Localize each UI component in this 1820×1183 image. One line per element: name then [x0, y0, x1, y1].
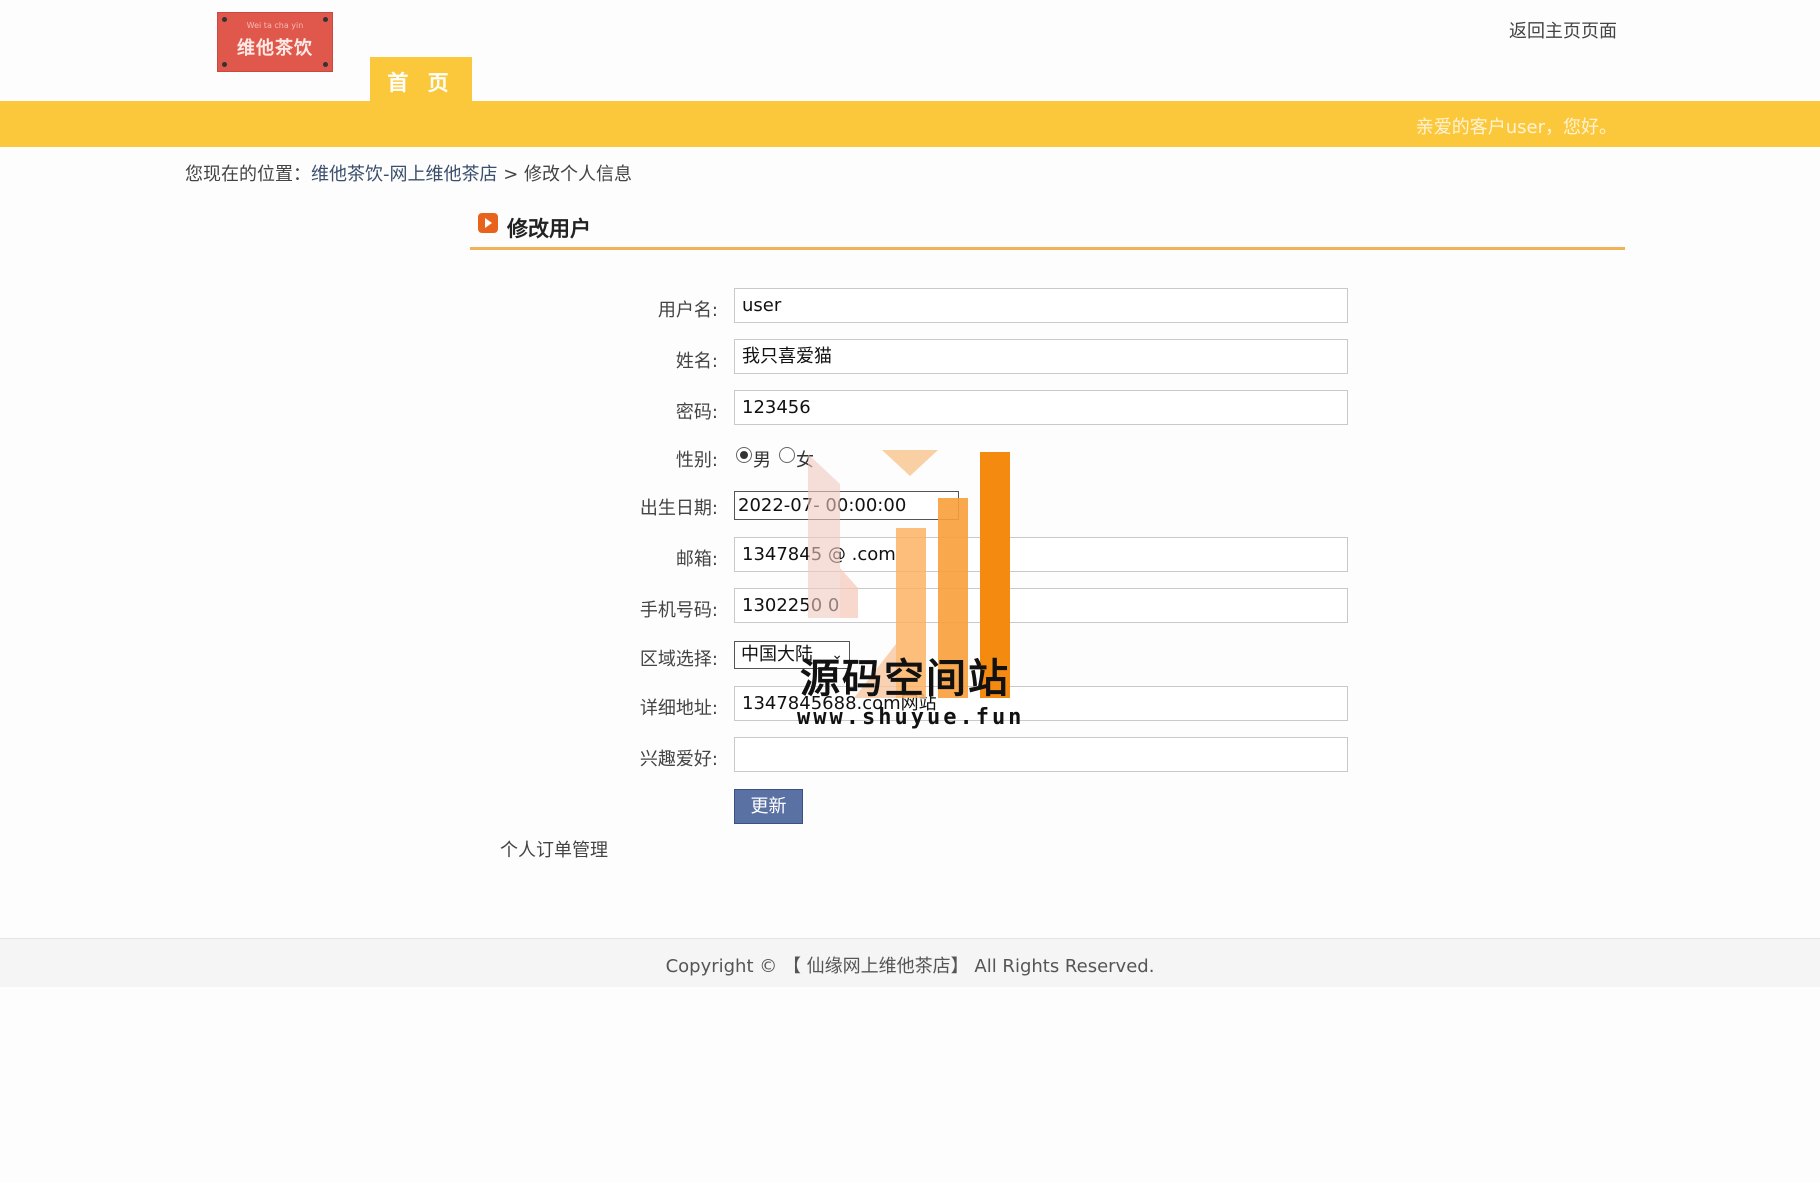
- gender-female-radio[interactable]: [779, 447, 795, 463]
- password-input[interactable]: 123456: [734, 390, 1348, 425]
- gender-female-label: 女: [796, 450, 814, 471]
- section-title: 修改用户: [507, 217, 591, 241]
- password-label: 密码:: [675, 402, 718, 423]
- update-button[interactable]: 更新: [734, 789, 803, 824]
- user-greeting: 亲爱的客户user，您好。: [1415, 117, 1617, 138]
- username-input[interactable]: user: [734, 288, 1348, 323]
- logo-corner-dot: [222, 62, 227, 67]
- footer-copyright: Copyright © 【 仙缘网上维他茶店】 All Rights Reser…: [665, 956, 1155, 977]
- gender-male-radio[interactable]: [736, 447, 752, 463]
- email-input[interactable]: 1347845 @ .com: [734, 537, 1348, 572]
- breadcrumb-separator: >: [497, 164, 525, 185]
- name-input[interactable]: 我只喜爱猫: [734, 339, 1348, 374]
- logo-text: 维他茶饮: [237, 38, 313, 59]
- breadcrumb-site-link[interactable]: 维他茶饮-网上维他茶店: [311, 164, 498, 185]
- breadcrumb-prefix: 您现在的位置：: [185, 164, 311, 185]
- watermark-title: 源码空间站: [800, 656, 1010, 702]
- gender-label: 性别:: [675, 450, 718, 471]
- gender-male-label: 男: [753, 450, 771, 471]
- hobby-input[interactable]: [734, 737, 1348, 772]
- address-label: 详细地址:: [639, 698, 718, 719]
- logo-corner-dot: [323, 62, 328, 67]
- phone-label: 手机号码:: [639, 600, 718, 621]
- arrow-right-icon: [478, 213, 498, 233]
- name-label: 姓名:: [675, 351, 718, 372]
- username-label: 用户名:: [657, 300, 718, 321]
- region-label: 区域选择:: [639, 649, 718, 670]
- email-label: 邮箱:: [675, 549, 718, 570]
- breadcrumb-current: 修改个人信息: [524, 164, 633, 185]
- site-logo[interactable]: Wei ta cha yin 维他茶饮: [217, 12, 333, 72]
- nav-tab-home[interactable]: 首 页: [370, 57, 472, 103]
- watermark-url: www.shuyue.fun: [797, 705, 1025, 730]
- birth-date-label: 出生日期:: [639, 498, 718, 519]
- logo-subtext: Wei ta cha yin: [246, 21, 304, 30]
- breadcrumb: 您现在的位置：维他茶饮-网上维他茶店 > 修改个人信息: [185, 160, 632, 186]
- hobby-label: 兴趣爱好:: [639, 749, 718, 770]
- birth-date-input[interactable]: 2022-07- 00:00:00: [734, 491, 959, 520]
- order-management-link[interactable]: 个人订单管理: [500, 836, 608, 862]
- phone-input[interactable]: 1302250 0: [734, 588, 1348, 623]
- return-home-link[interactable]: 返回主页页面: [1509, 17, 1617, 43]
- section-divider: [470, 247, 1625, 250]
